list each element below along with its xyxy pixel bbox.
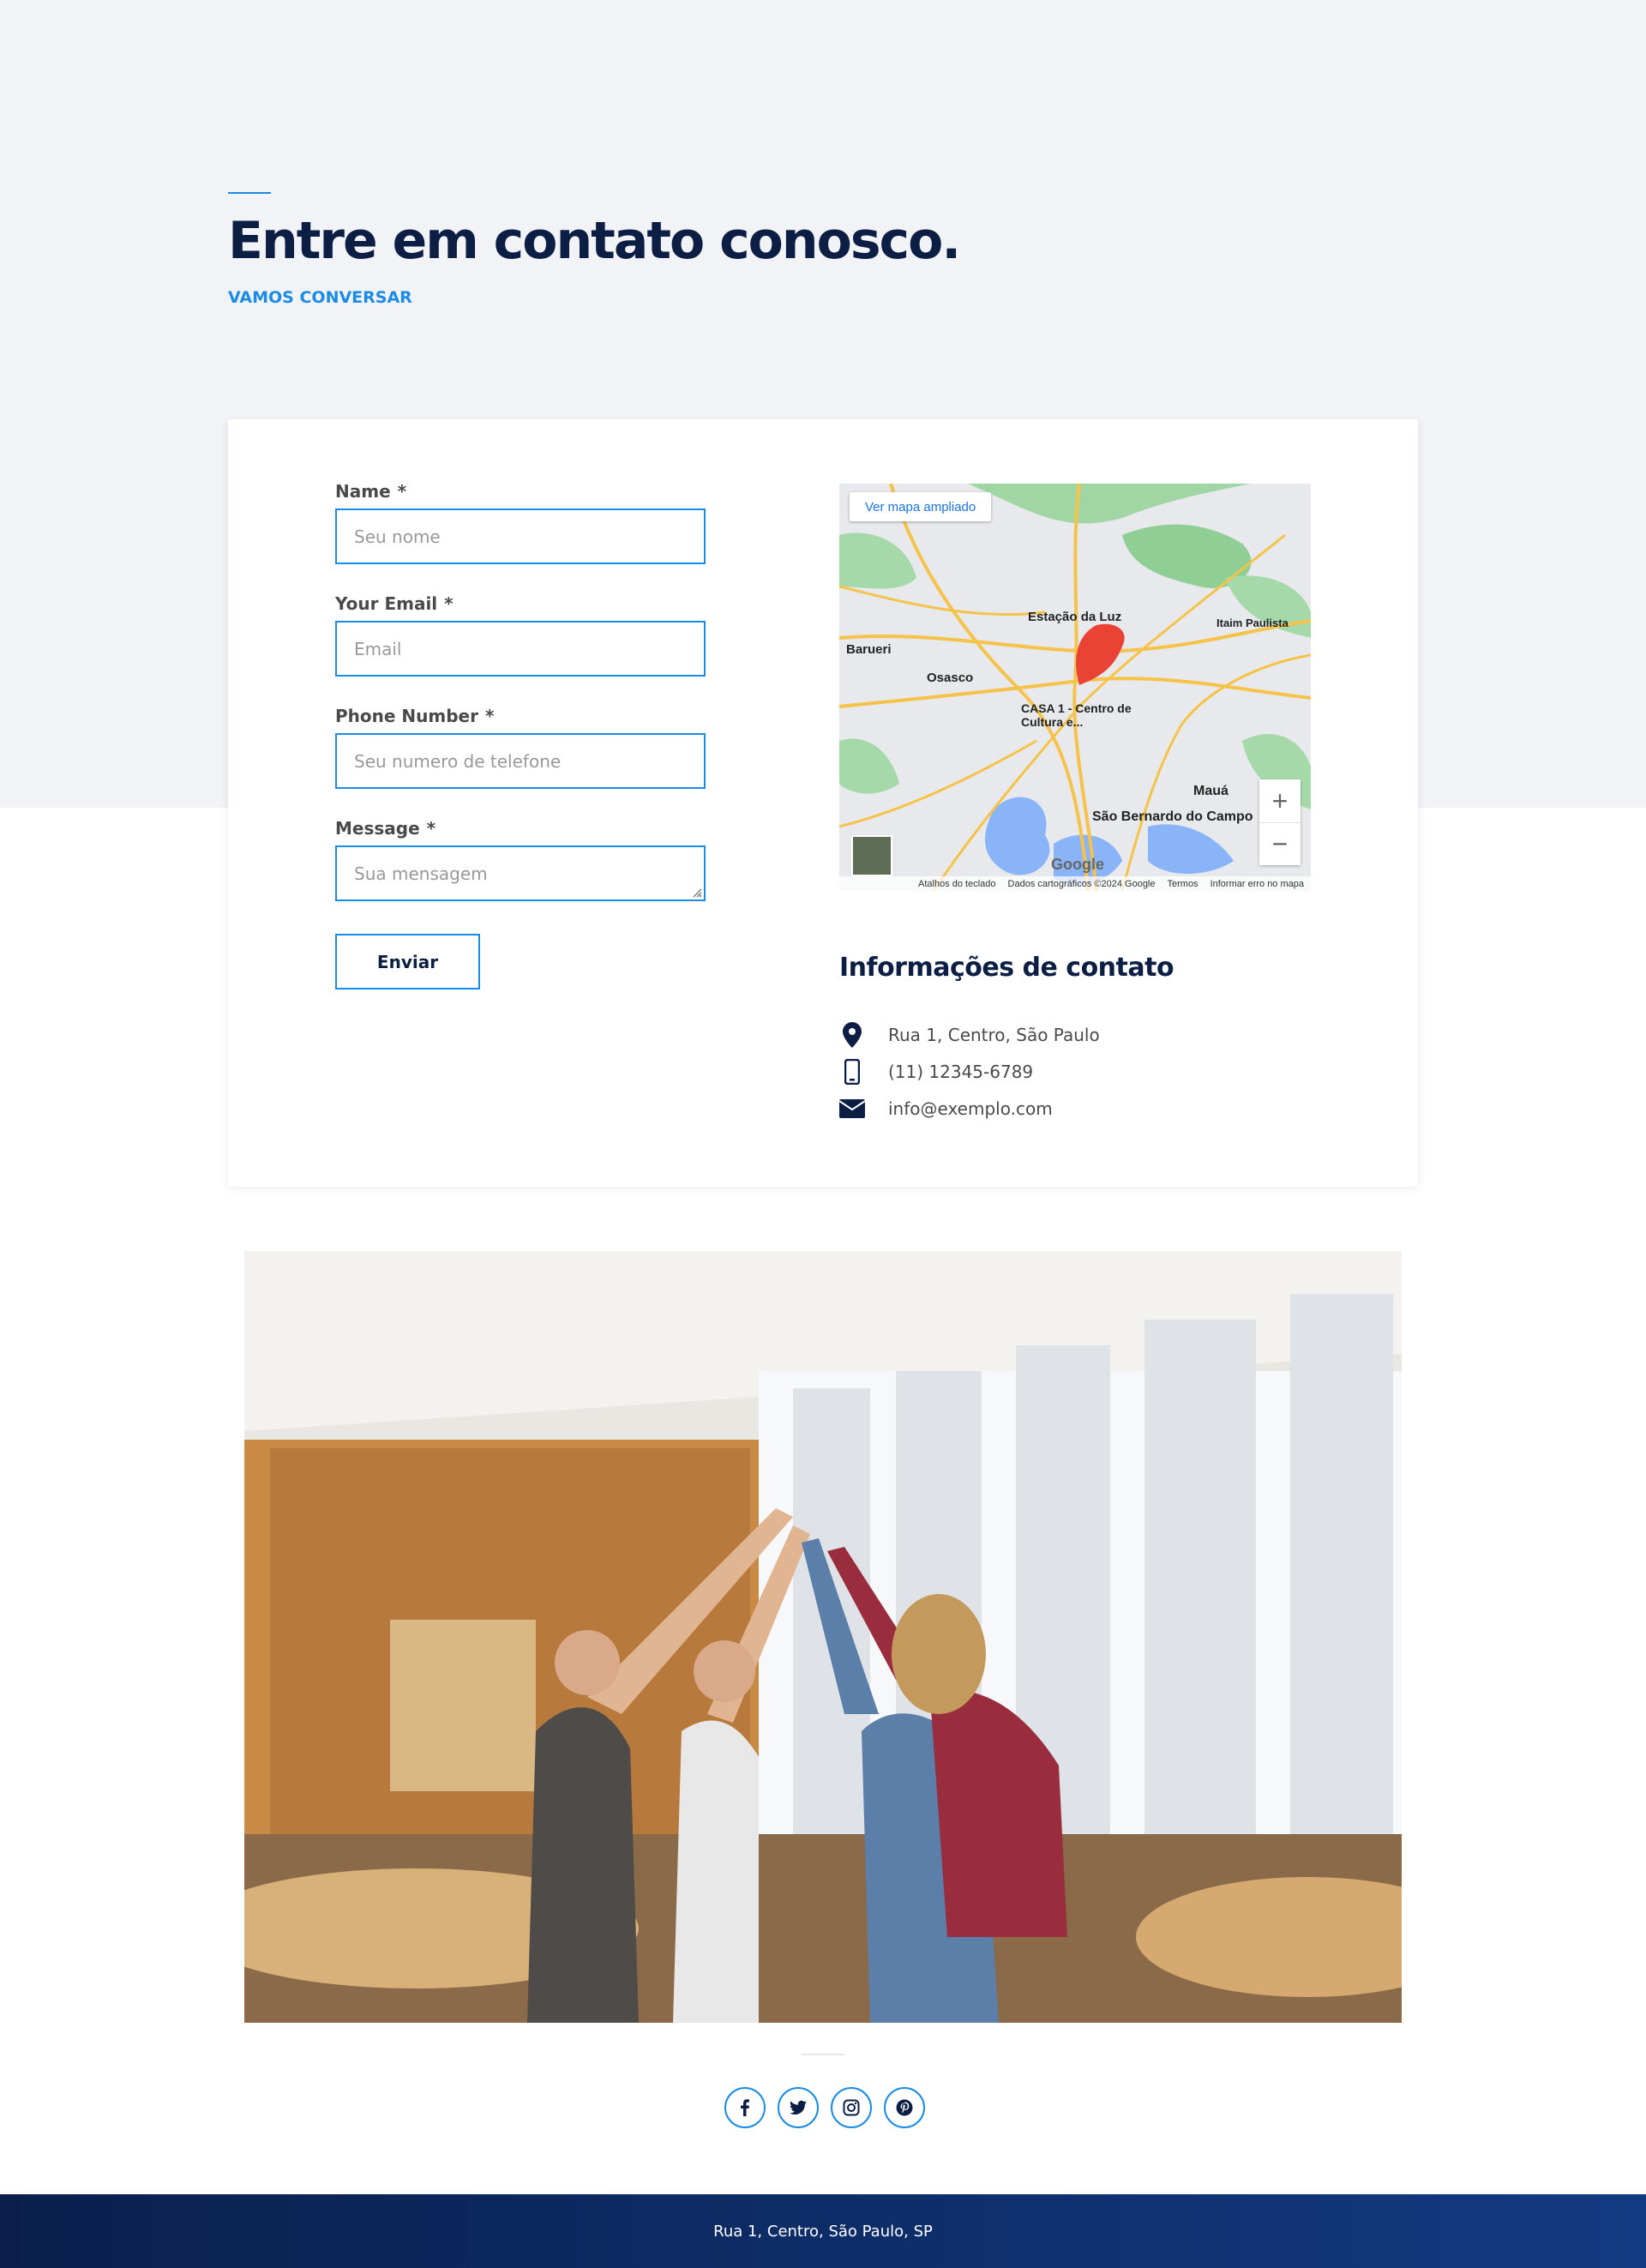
address-row: Rua 1, Centro, São Paulo bbox=[839, 1022, 1100, 1048]
email-label: Your Email * bbox=[335, 593, 454, 614]
twitter-link[interactable] bbox=[778, 2087, 819, 2128]
instagram-link[interactable] bbox=[831, 2087, 872, 2128]
instagram-icon bbox=[843, 2099, 860, 2116]
phone-row: (11) 12345-6789 bbox=[839, 1059, 1033, 1085]
embedded-map[interactable]: Ver mapa ampliado Barueri Osasco Estação… bbox=[839, 484, 1311, 891]
name-label: Name * bbox=[335, 481, 407, 502]
map-label: Osasco bbox=[927, 671, 974, 685]
message-textarea[interactable]: Sua mensagem bbox=[335, 845, 706, 901]
contact-info-title: Informações de contato bbox=[839, 953, 1174, 983]
map-data-attribution: Dados cartográficos ©2024 Google bbox=[1007, 878, 1156, 889]
map-label: São Bernardo do Campo bbox=[1092, 809, 1253, 824]
phone-text: (11) 12345-6789 bbox=[888, 1062, 1034, 1082]
title-accent-line bbox=[228, 192, 271, 194]
contact-card: Name * Seu nome Your Email * Email Phone N… bbox=[228, 419, 1418, 1187]
footer-address: Rua 1, Centro, São Paulo, SP bbox=[713, 2222, 933, 2241]
map-brand-logo: Google bbox=[1051, 856, 1104, 873]
page-title: Entre em contato conosco. bbox=[228, 211, 961, 271]
satellite-toggle[interactable] bbox=[851, 835, 892, 876]
phone-input[interactable]: Seu numero de telefone bbox=[335, 733, 706, 789]
map-label: Barueri bbox=[846, 642, 892, 657]
view-larger-map-button[interactable]: Ver mapa ampliado bbox=[850, 492, 992, 521]
name-input[interactable]: Seu nome bbox=[335, 508, 706, 564]
keyboard-shortcuts-link[interactable]: Atalhos do teclado bbox=[918, 879, 996, 889]
twitter-icon bbox=[790, 2100, 807, 2115]
map-label: Mauá bbox=[1193, 784, 1228, 798]
map-marker-icon bbox=[839, 1022, 865, 1048]
facebook-icon bbox=[741, 2099, 749, 2116]
address-text: Rua 1, Centro, São Paulo bbox=[888, 1025, 1100, 1045]
social-links bbox=[724, 2087, 925, 2128]
message-placeholder: Sua mensagem bbox=[354, 863, 488, 884]
map-zoom-controls: + − bbox=[1259, 779, 1301, 865]
map-label: Itaim Paulista bbox=[1216, 617, 1289, 629]
send-button[interactable]: Enviar bbox=[335, 934, 480, 990]
report-error-link[interactable]: Informar erro no mapa bbox=[1210, 879, 1304, 889]
map-label: Estação da Luz bbox=[1028, 610, 1122, 624]
map-tiles bbox=[839, 484, 1311, 891]
map-footer: Atalhos do teclado Dados cartográficos ©… bbox=[839, 876, 1311, 891]
envelope-icon bbox=[839, 1096, 865, 1122]
facebook-link[interactable] bbox=[724, 2087, 766, 2128]
site-footer: Rua 1, Centro, São Paulo, SP bbox=[0, 2194, 1646, 2268]
map-pin-label: CASA 1 - Centro de Cultura e... bbox=[1021, 701, 1132, 729]
email-input[interactable]: Email bbox=[335, 621, 706, 677]
pinterest-icon bbox=[896, 2099, 913, 2116]
mobile-phone-icon bbox=[839, 1059, 865, 1085]
resize-grip-icon[interactable] bbox=[690, 886, 702, 898]
email-text: info@exemplo.com bbox=[888, 1098, 1053, 1119]
section-divider bbox=[802, 2054, 844, 2055]
terms-link[interactable]: Termos bbox=[1168, 879, 1198, 889]
message-label: Message * bbox=[335, 818, 436, 839]
zoom-in-button[interactable]: + bbox=[1259, 779, 1301, 822]
zoom-out-button[interactable]: − bbox=[1259, 822, 1301, 865]
pinterest-link[interactable] bbox=[884, 2087, 925, 2128]
email-row: info@exemplo.com bbox=[839, 1096, 1053, 1122]
team-high-five-photo bbox=[244, 1251, 1402, 2023]
page-subtitle: VAMOS CONVERSAR bbox=[228, 288, 412, 307]
phone-label: Phone Number * bbox=[335, 706, 495, 726]
